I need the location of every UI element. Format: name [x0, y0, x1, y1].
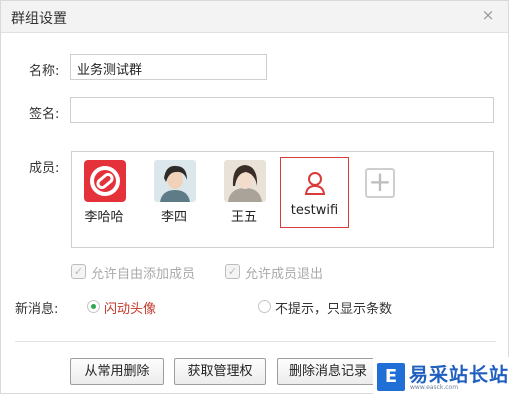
member-name: testwifi — [290, 203, 339, 218]
allow-free-add-label: 允许自由添加成员 — [91, 267, 196, 282]
member-name: 李哈哈 — [84, 210, 124, 225]
logo-mark: E — [377, 363, 405, 391]
member-name: 李四 — [160, 210, 187, 225]
checkbox-icon: ✓ — [225, 264, 240, 279]
radio-no-prompt-label: 不提示，只显示条数 — [275, 302, 393, 317]
radio-selected-icon — [87, 300, 100, 313]
red-link-icon — [84, 160, 126, 202]
member-item[interactable]: 李四 — [142, 160, 206, 226]
male-avatar-icon — [154, 160, 196, 202]
member-item[interactable]: 李哈哈 — [72, 160, 136, 226]
remove-common-button[interactable]: 从常用删除 — [70, 358, 164, 385]
get-admin-button[interactable]: 获取管理权 — [174, 358, 266, 385]
name-label: 名称: — [29, 64, 60, 79]
close-icon[interactable]: × — [480, 7, 496, 23]
female-avatar-icon — [224, 160, 266, 202]
dialog-title: 群组设置 — [11, 11, 67, 27]
new-message-label: 新消息: — [15, 302, 59, 317]
allow-member-exit-label: 允许成员退出 — [245, 267, 324, 282]
signature-label: 签名: — [29, 107, 60, 122]
radio-unselected-icon — [258, 300, 271, 313]
member-name: 王五 — [230, 210, 257, 225]
group-name-input[interactable]: 业务测试群 — [70, 54, 267, 80]
divider — [15, 341, 496, 342]
logo-brand-text: 易采站长站 — [409, 364, 509, 386]
delete-history-button[interactable]: 删除消息记录 — [277, 358, 379, 385]
logo-url-text: www.easck.com — [410, 384, 459, 391]
watermark-logo: E 易采站长站 www.easck.com — [373, 357, 509, 394]
radio-flash-avatar-label: 闪动头像 — [104, 302, 157, 317]
member-item[interactable]: 王五 — [212, 160, 276, 226]
member-item-selected[interactable]: testwifi — [280, 157, 349, 228]
members-label: 成员: — [29, 161, 60, 176]
title-bar: 群组设置 × — [1, 1, 508, 33]
group-settings-dialog: 群组设置 × 名称: 业务测试群 签名: 成员: 李哈哈 李四 王五 testw… — [0, 0, 509, 394]
add-member-button[interactable]: + — [365, 168, 395, 198]
user-outline-icon — [300, 168, 330, 198]
signature-input[interactable] — [70, 97, 494, 123]
checkbox-icon: ✓ — [71, 264, 86, 279]
members-list: 李哈哈 李四 王五 testwifi + — [71, 151, 494, 248]
